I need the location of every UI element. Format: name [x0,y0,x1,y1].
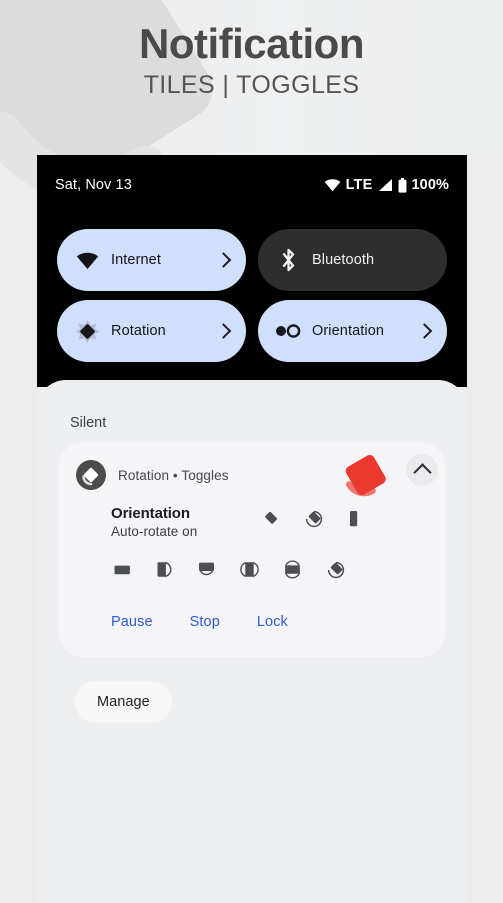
orientation-icon [276,319,301,343]
manage-button[interactable]: Manage [75,681,172,723]
portrait-lock-icon[interactable] [348,510,359,528]
tile-rotation[interactable]: Rotation [57,300,246,362]
chevron-right-icon[interactable] [416,323,433,339]
portrait-right-icon[interactable] [156,560,173,579]
tile-orientation[interactable]: Orientation [258,300,447,362]
notification-title: Orientation [111,505,190,522]
quick-settings-panel: Sat, Nov 13 LTE 100% Internet Bluetooth … [37,155,467,387]
diamond-auto-rotate-icon[interactable] [304,509,323,528]
landscape-icon[interactable] [113,561,132,578]
tile-internet[interactable]: Internet [57,229,246,291]
notification-text-block: Orientation Auto-rotate on [111,505,251,539]
notification-source-label: Rotation • Toggles [118,467,229,483]
tile-bluetooth-label: Bluetooth [312,252,375,268]
notification-card[interactable]: Rotation • Toggles Orientation Auto-rota… [58,442,446,657]
signal-bars-icon [378,179,392,191]
battery-full-icon [398,177,406,193]
phone-screen: Sat, Nov 13 LTE 100% Internet Bluetooth … [37,155,467,903]
bluetooth-icon [276,248,300,272]
auto-rotate-icon[interactable] [326,560,345,579]
stop-button[interactable]: Stop [190,614,220,630]
landscape-both-icon[interactable] [283,560,302,579]
header: Notification TILES | TOGGLES [0,0,503,155]
wifi-icon [324,179,340,192]
status-bar: Sat, Nov 13 LTE 100% [37,155,467,215]
notification-status-icons [261,509,359,528]
tile-orientation-label: Orientation [312,323,385,339]
section-header-silent: Silent [70,415,107,431]
wifi-icon [75,248,99,272]
landscape-reverse-icon[interactable] [197,560,216,579]
network-type-label: LTE [345,177,373,193]
page-title: Notification [139,20,364,67]
battery-percent-label: 100% [411,177,449,193]
diamond-rotate-icon[interactable] [261,510,279,528]
portrait-both-icon[interactable] [240,560,259,579]
status-bar-date: Sat, Nov 13 [55,177,132,193]
rotation-icon [75,319,99,343]
notification-actions: Pause Stop Lock [111,614,288,630]
chevron-right-icon[interactable] [215,252,232,268]
lock-button[interactable]: Lock [257,614,288,630]
tile-rotation-label: Rotation [111,323,166,339]
pause-button[interactable]: Pause [111,614,153,630]
tile-internet-label: Internet [111,252,161,268]
status-bar-icons: LTE 100% [324,177,449,193]
collapse-button[interactable] [406,454,438,486]
rotation-logo-icon [345,454,386,497]
chevron-up-icon [412,462,432,482]
notification-body: Orientation Auto-rotate on [111,505,432,549]
notification-subtitle: Auto-rotate on [111,524,198,539]
page-subtitle: TILES | TOGGLES [143,71,360,100]
orientation-icon-row [113,560,345,579]
chevron-right-icon[interactable] [215,323,232,339]
notification-shade: Silent Rotation • Toggles Orientation Au… [37,380,467,903]
quick-settings-row-1: Internet Bluetooth [57,229,447,291]
quick-settings-row-2: Rotation Orientation [57,300,447,362]
rotation-app-icon [76,460,106,490]
tile-bluetooth[interactable]: Bluetooth [258,229,447,291]
